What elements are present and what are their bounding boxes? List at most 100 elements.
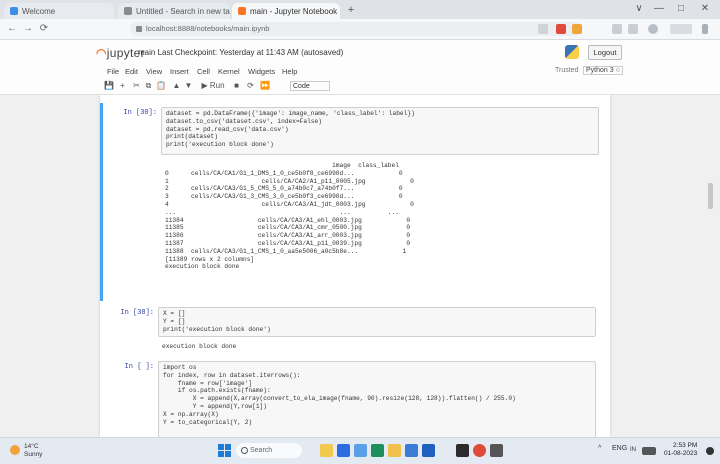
output-line: 1 cells/CA/CA2/A1_p11_0005.jpg 0 [165, 177, 414, 185]
scrollbar-thumb[interactable] [708, 183, 713, 209]
cut-icon[interactable]: ✂ [132, 81, 141, 91]
menu-view[interactable]: View [146, 67, 162, 76]
close-window-button[interactable]: ✕ [696, 3, 714, 14]
logout-button[interactable]: Logout [588, 45, 622, 60]
code-cell[interactable]: In [30]: dataset = pd.DataFrame({'image'… [100, 103, 610, 301]
browser-tab-search[interactable]: Untitled - Search in new tab [118, 3, 230, 19]
browser-tab-jupyter[interactable]: main - Jupyter Notebook × [232, 3, 340, 19]
address-bar-row: ← → ⟳ localhost:8888/notebooks/main.ipyn… [0, 19, 720, 40]
output-line: execution block done [165, 263, 240, 271]
menu-widgets[interactable]: Widgets [248, 67, 275, 76]
stop-icon[interactable]: ■ [232, 81, 241, 91]
back-icon[interactable]: ← [6, 23, 18, 34]
tab-search-icon[interactable]: ∨ [630, 3, 648, 14]
minimize-button[interactable]: — [650, 3, 668, 14]
chat-icon[interactable] [354, 444, 367, 457]
restart-icon[interactable]: ⟳ [246, 81, 255, 91]
address-input[interactable]: localhost:8888/notebooks/main.ipynb [130, 22, 582, 36]
region-indicator[interactable]: IN [630, 447, 636, 453]
code-input[interactable]: dataset = pd.DataFrame({'image': image_n… [161, 107, 599, 155]
output-line: 4 cells/CA/CA3/A1_jdt_0003.jpg 0 [165, 200, 414, 208]
menu-help[interactable]: Help [282, 67, 297, 76]
save-icon[interactable]: 💾 [104, 81, 114, 91]
move-down-icon[interactable]: ▼ [184, 81, 193, 91]
taskbar: 14°C Sunny Search ^ ENG IN 2:53 PM 01-08-2… [0, 437, 720, 464]
output-line: [11389 rows x 2 columns] [165, 255, 255, 263]
browser-tab-welcome[interactable]: Welcome [4, 3, 114, 19]
tab-label: Welcome [22, 6, 56, 16]
output-line: 11387 cells/CA/CA3/A1_p11_0039.jpg 0 [165, 239, 411, 247]
python-logo-icon [565, 45, 579, 59]
extension-icon[interactable] [572, 24, 582, 34]
start-button[interactable] [218, 444, 231, 457]
page-scrollbar[interactable] [706, 95, 714, 437]
code-line: print('execution block done') [166, 141, 274, 149]
menu-cell[interactable]: Cell [197, 67, 210, 76]
kernel-indicator[interactable]: Python 3 ○ [583, 66, 623, 75]
reload-icon[interactable]: ⟳ [38, 23, 50, 34]
edge-icon[interactable] [371, 444, 384, 457]
output-line: 11384 cells/CA/CA3/A1_ehl_0003.jpg 0 [165, 216, 411, 224]
paste-icon[interactable]: 📋 [156, 81, 166, 91]
tab-favicon-icon [238, 7, 246, 15]
download-icon[interactable] [612, 24, 622, 34]
language-indicator[interactable]: ENG [612, 445, 627, 452]
new-tab-button[interactable]: + [343, 3, 359, 17]
browser-menu-icon[interactable] [702, 24, 708, 34]
code-line: Y = to_categorical(Y, 2) [163, 418, 253, 426]
store-icon[interactable] [405, 444, 418, 457]
update-button[interactable] [670, 24, 692, 34]
tab-favicon-icon [10, 7, 18, 15]
code-input[interactable]: import os for index, row in dataset.iter… [158, 361, 596, 437]
taskbar-search[interactable]: Search [236, 443, 302, 458]
code-line: fname = row['image'] [163, 379, 253, 387]
run-all-icon[interactable]: ⏩ [260, 81, 270, 91]
code-line: X = [] [163, 310, 186, 317]
forward-icon[interactable]: → [22, 23, 34, 34]
notification-icon[interactable] [706, 447, 714, 455]
app-icon[interactable] [422, 444, 435, 457]
copy-icon[interactable]: ⧉ [144, 81, 153, 91]
wifi-volume-battery-icon[interactable] [642, 447, 656, 455]
menu-kernel[interactable]: Kernel [218, 67, 240, 76]
code-cell[interactable]: In [ ]: import os for index, row in data… [100, 357, 610, 437]
insert-cell-icon[interactable]: + [118, 81, 127, 91]
site-info-icon[interactable] [136, 26, 142, 32]
code-cell[interactable]: In [38]: X = [] Y = [] print('execution … [100, 305, 610, 353]
output-line: 11385 cells/CA/CA3/A1_cmr_0500.jpg 0 [165, 224, 411, 232]
menu-edit[interactable]: Edit [125, 67, 138, 76]
jupyter-logo-arc-icon: ◠ [96, 46, 107, 60]
close-tab-icon[interactable]: × [337, 7, 340, 16]
tab-label: Untitled - Search in new tab [136, 6, 230, 16]
cell-output: execution block done [158, 341, 596, 353]
move-up-icon[interactable]: ▲ [172, 81, 181, 91]
output-line: execution block done [162, 343, 237, 350]
cell-type-select[interactable]: Code [290, 81, 330, 91]
code-input[interactable]: X = [] Y = [] print('execution block don… [158, 307, 596, 337]
run-button[interactable]: ▶ Run [200, 81, 226, 91]
output-line: 3 cells/CA/CA3/G1_3_CMS_3_0_ce5b0f3_ce69… [165, 193, 403, 201]
profile-avatar[interactable] [648, 24, 658, 34]
app-icon[interactable] [490, 444, 503, 457]
file-explorer-icon[interactable] [388, 444, 401, 457]
extensions-icon[interactable] [628, 24, 638, 34]
extension-icon[interactable] [556, 24, 566, 34]
clock-date: 01-08-2023 [664, 450, 698, 457]
tray-chevron-icon[interactable]: ^ [598, 445, 601, 452]
clock[interactable]: 2:53 PM 01-08-2023 [664, 442, 697, 458]
share-icon[interactable] [538, 24, 548, 34]
code-line: for index, row in dataset.iterrows(): [163, 371, 301, 379]
trusted-indicator[interactable]: Trusted [555, 67, 578, 74]
menu-insert[interactable]: Insert [170, 67, 189, 76]
task-view-icon[interactable] [337, 444, 350, 457]
widgets-icon[interactable] [320, 444, 333, 457]
weather-widget[interactable]: 14°C Sunny [10, 442, 50, 460]
code-line: Y = append(Y,row[1]) [163, 402, 267, 410]
terminal-icon[interactable] [456, 444, 469, 457]
maximize-button[interactable]: □ [672, 3, 690, 14]
code-line: print('execution block done') [163, 325, 271, 333]
notebook-title[interactable]: main Last Checkpoint: Yesterday at 11:43… [138, 48, 343, 57]
menu-file[interactable]: File [107, 67, 119, 76]
code-line: Y = [] [163, 317, 186, 325]
chrome-icon[interactable] [473, 444, 486, 457]
